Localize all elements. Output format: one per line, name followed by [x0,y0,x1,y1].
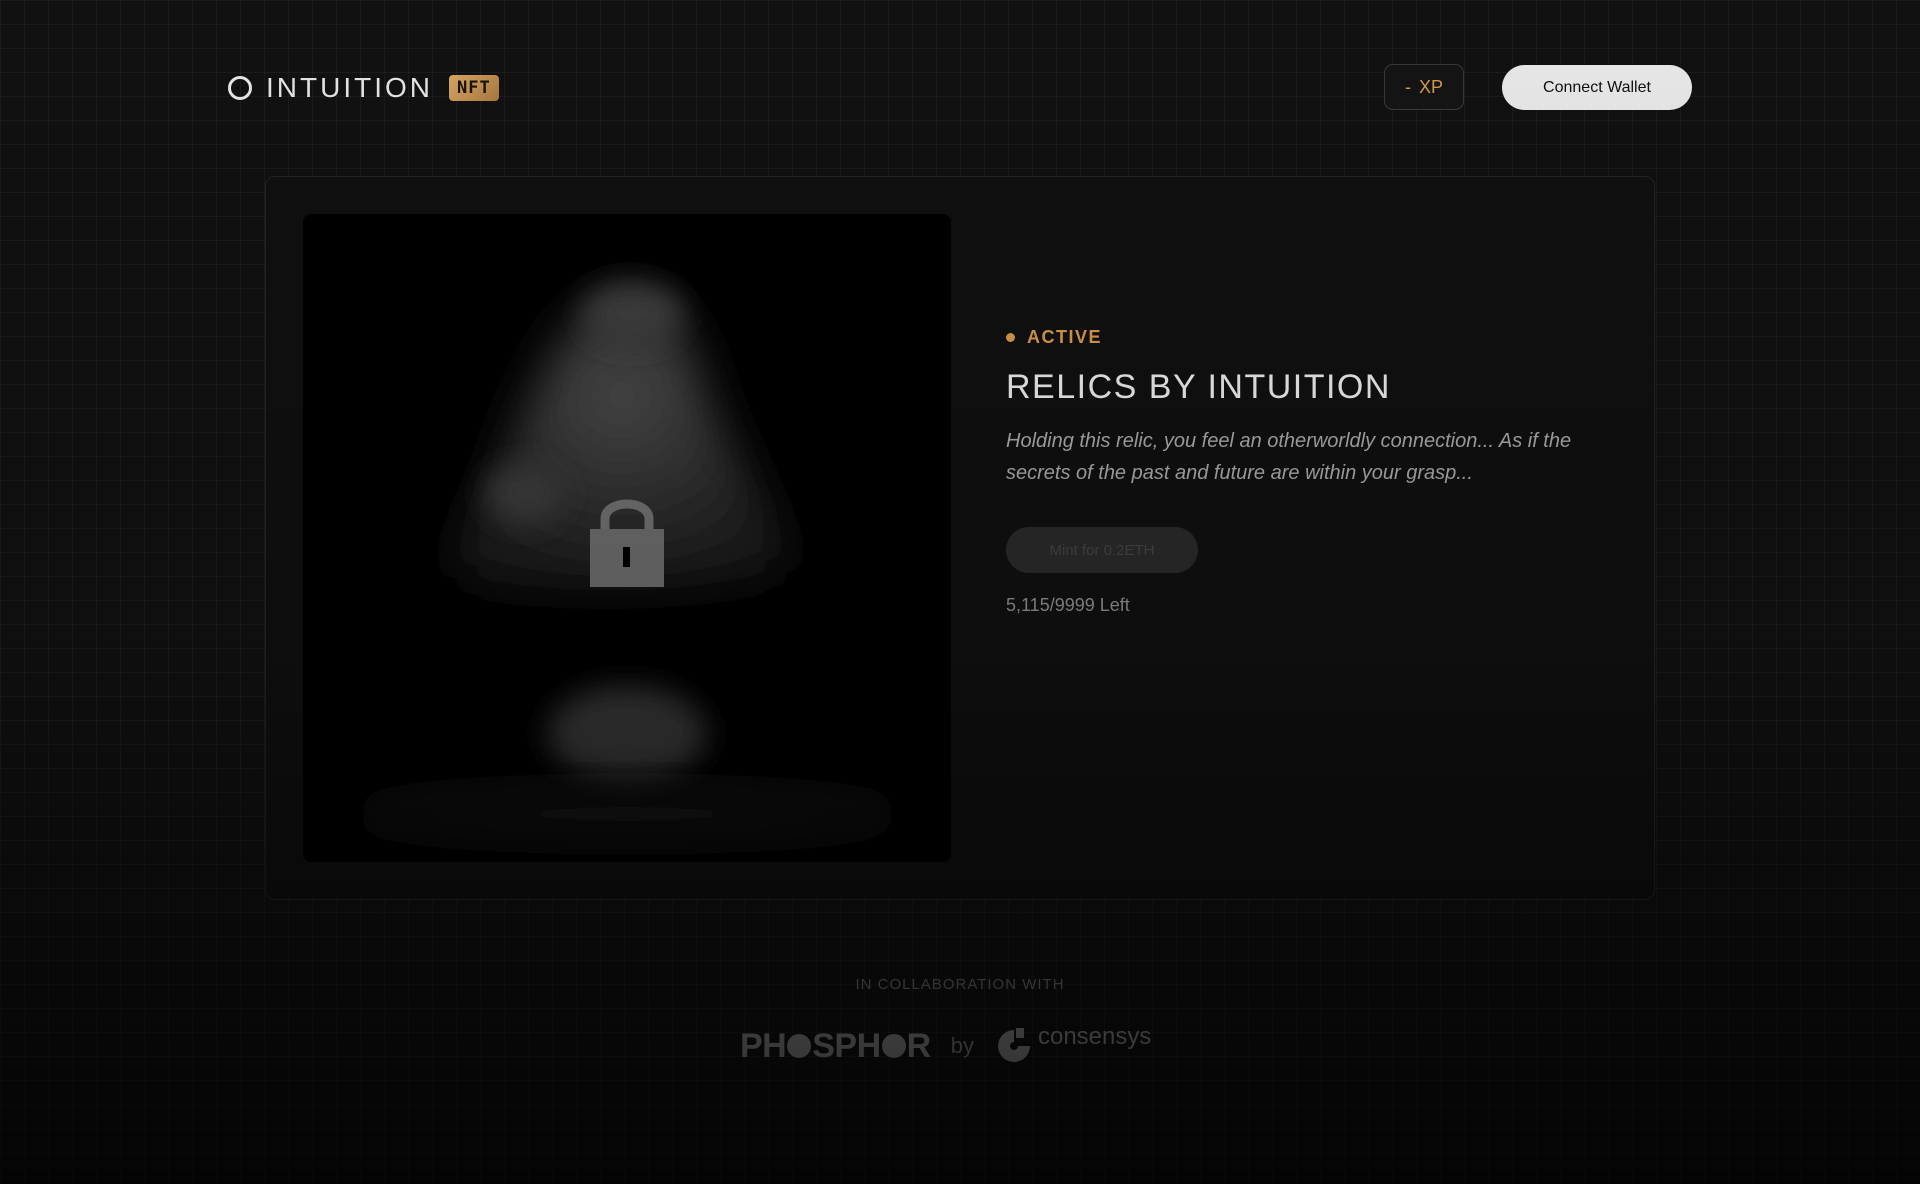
phosphor-o-icon [787,1034,812,1058]
xp-value: - [1404,76,1411,97]
brand-logo[interactable]: INTUITION NFT [228,72,499,104]
status-badge: ACTIVE [1006,327,1586,348]
nft-card: ACTIVE RELICS BY INTUITION Holding this … [265,176,1655,900]
consensys-mark-icon [997,1028,1030,1062]
collection-title: RELICS BY INTUITION [1006,368,1391,406]
phosphor-o-icon [881,1034,906,1058]
status-dot-icon [1006,333,1015,342]
nft-badge: NFT [449,75,499,101]
partner-logos: PH SPH R by consensys [740,1016,1151,1076]
consensys-logo[interactable]: consensys [994,1023,1152,1066]
mint-button[interactable]: Mint for 0.2ETH [1006,527,1198,573]
nft-info: ACTIVE RELICS BY INTUITION Holding this … [1006,327,1586,616]
collection-description: Holding this relic, you feel an otherwor… [1006,430,1572,484]
connect-wallet-button[interactable]: Connect Wallet [1502,65,1692,110]
consensys-wordmark: consensys [1037,1023,1152,1050]
xp-counter[interactable]: - XP [1384,64,1464,110]
locked-relic-image [347,284,907,840]
phosphor-logo[interactable]: PH SPH R [740,1027,931,1066]
page: INTUITION NFT - XP Connect Wallet ACTIVE… [0,0,1920,1184]
nft-artwork [303,214,951,862]
status-label: ACTIVE [1027,327,1103,347]
ring-logo-icon [228,76,252,100]
brand-name: INTUITION [266,72,433,103]
xp-unit: XP [1418,76,1443,97]
by-label: by [950,1033,974,1058]
supply-remaining: 5,115/9999 Left [1006,595,1130,615]
collaboration-label: IN COLLABORATION WITH [855,976,1065,993]
